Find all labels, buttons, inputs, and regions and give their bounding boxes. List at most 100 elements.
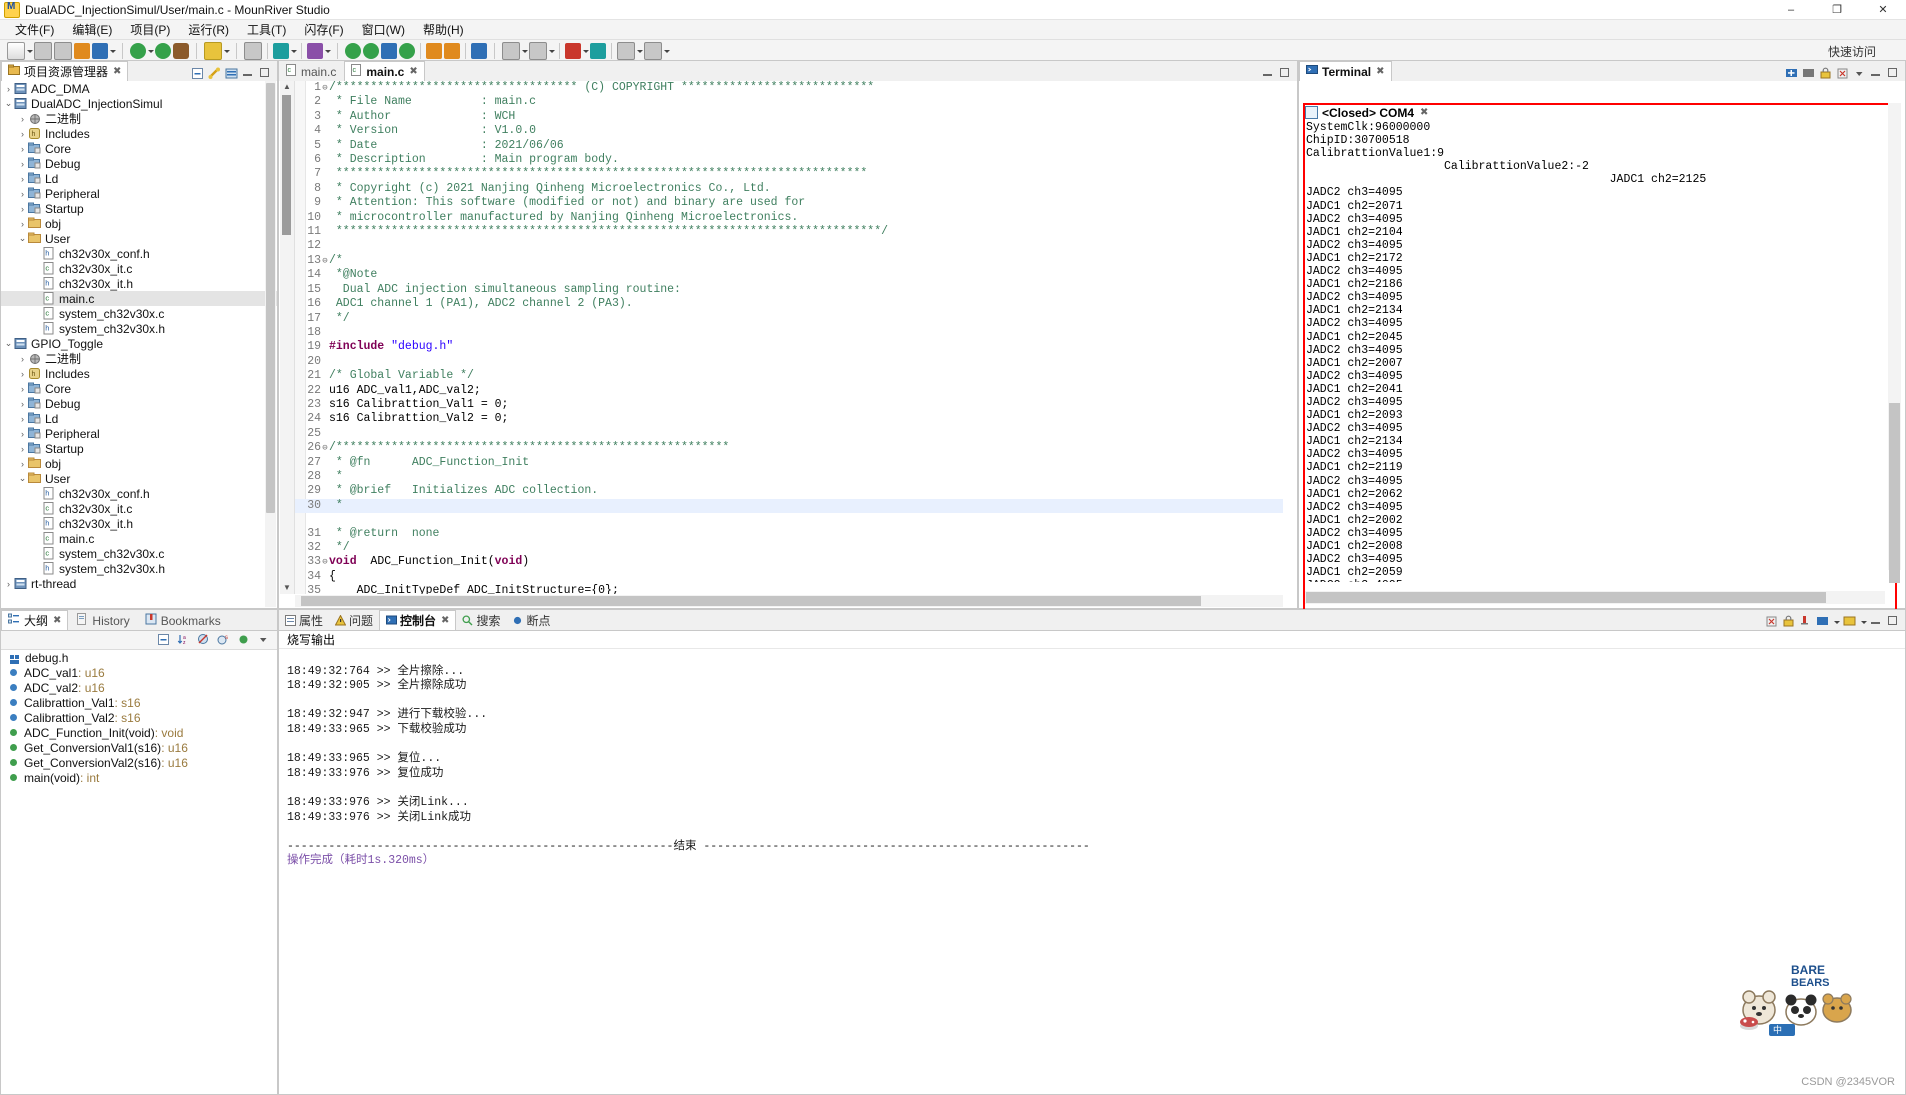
prev-annotation-icon[interactable]: [617, 42, 635, 60]
tree-item-core[interactable]: › Core: [1, 141, 277, 156]
expanded-arrow-icon[interactable]: ⌄: [17, 233, 28, 244]
tree-item-debug[interactable]: › Debug: [1, 396, 277, 411]
hide-fields-icon[interactable]: [197, 633, 211, 647]
outline-item[interactable]: Calibrattion_Val2 : s16: [1, 710, 277, 725]
open-console-icon[interactable]: [1843, 615, 1857, 629]
forward-dropdown-icon[interactable]: [548, 43, 555, 59]
indent-right-icon[interactable]: [444, 43, 460, 59]
expanded-arrow-icon[interactable]: ⌄: [3, 98, 14, 109]
terminal-view-menu-icon[interactable]: [1853, 67, 1867, 81]
terminal-session-tab[interactable]: <Closed> COM4 ✖: [1305, 105, 1428, 120]
tree-item-system-ch32v30x-h[interactable]: h system_ch32v30x.h: [1, 561, 277, 576]
perspective-dropdown-icon[interactable]: [324, 43, 331, 59]
tree-item-adc-dma[interactable]: › ADC_DMA: [1, 81, 277, 96]
collapsed-arrow-icon[interactable]: ›: [17, 414, 28, 424]
flash-reset-icon[interactable]: [399, 43, 415, 59]
perspective-icon[interactable]: [307, 43, 323, 59]
scroll-up-arrow-icon[interactable]: ▲: [281, 81, 293, 93]
tree-item--[interactable]: › 二进制: [1, 351, 277, 366]
tree-item-ld[interactable]: › Ld: [1, 411, 277, 426]
new-terminal-icon[interactable]: [1785, 67, 1799, 81]
terminal-horizontal-scrollbar[interactable]: [1305, 591, 1885, 604]
clear-console-icon[interactable]: [1765, 615, 1779, 629]
search-toolbar-icon[interactable]: [565, 43, 581, 59]
indent-left-icon[interactable]: [426, 43, 442, 59]
code-content[interactable]: 1⊖/*********************************** (…: [295, 81, 1283, 594]
menu-item-project[interactable]: 项目(P): [121, 20, 179, 39]
maximize-console-icon[interactable]: [1887, 615, 1901, 629]
console-output[interactable]: 18:49:32:764 >> 全片擦除... 18:49:32:905 >> …: [287, 650, 1895, 1090]
tree-item-gpio-toggle[interactable]: ⌄ GPIO_Toggle: [1, 336, 277, 351]
tree-item-user[interactable]: ⌄ User: [1, 471, 277, 486]
scrollbar-thumb[interactable]: [266, 83, 275, 513]
view-menu-icon[interactable]: [225, 67, 239, 81]
maximize-panel-icon[interactable]: [259, 67, 273, 81]
minimize-panel-icon[interactable]: [242, 67, 256, 81]
outline-item[interactable]: Calibrattion_Val1 : s16: [1, 695, 277, 710]
tree-item-system-ch32v30x-c[interactable]: c system_ch32v30x.c: [1, 546, 277, 561]
tab-problems[interactable]: 问题: [329, 611, 379, 630]
tab-project-explorer[interactable]: 项目资源管理器 ✖: [1, 61, 129, 81]
new-file-icon[interactable]: [7, 42, 25, 60]
collapsed-arrow-icon[interactable]: ›: [17, 384, 28, 394]
open-console-dropdown-icon[interactable]: [1860, 614, 1867, 630]
link-with-editor-icon[interactable]: [208, 67, 222, 81]
tree-item-user[interactable]: ⌄ User: [1, 231, 277, 246]
terminal-icon[interactable]: [273, 43, 289, 59]
scroll-lock-icon[interactable]: [1819, 67, 1833, 81]
project-tree[interactable]: › ADC_DMA ⌄ DualADC_InjectionSimul › 二进制 › h Inc…: [1, 81, 277, 608]
collapsed-arrow-icon[interactable]: ›: [17, 444, 28, 454]
tab-history[interactable]: History: [69, 610, 137, 630]
tree-item-peripheral[interactable]: › Peripheral: [1, 186, 277, 201]
close-button[interactable]: ✕: [1860, 0, 1906, 19]
collapsed-arrow-icon[interactable]: ›: [17, 459, 28, 469]
tree-item-debug[interactable]: › Debug: [1, 156, 277, 171]
editor-marker-bar[interactable]: ▲ ▼: [280, 81, 295, 594]
collapsed-arrow-icon[interactable]: ›: [17, 429, 28, 439]
terminal-output[interactable]: SystemClk:96000000 ChipID:30700518 Calib…: [1306, 121, 1885, 582]
collapsed-arrow-icon[interactable]: ›: [17, 159, 28, 169]
editor-tab-close-icon[interactable]: ✖: [409, 66, 417, 77]
hide-static-icon[interactable]: s: [217, 633, 231, 647]
tree-item-ch32v30x-it-h[interactable]: h ch32v30x_it.h: [1, 516, 277, 531]
scrollbar-thumb[interactable]: [1889, 403, 1900, 583]
tab-console[interactable]: 控制台 ✖: [379, 610, 457, 630]
tab-close-icon[interactable]: ✖: [113, 66, 121, 77]
download-icon[interactable]: [130, 43, 146, 59]
next-annotation-dropdown-icon[interactable]: [663, 43, 670, 59]
outline-view-menu-icon[interactable]: [257, 633, 271, 647]
save-icon[interactable]: [34, 42, 52, 60]
save-all-icon[interactable]: [54, 42, 72, 60]
prev-annotation-dropdown-icon[interactable]: [636, 43, 643, 59]
tree-item-main-c[interactable]: c main.c: [1, 291, 277, 306]
tree-item-ld[interactable]: › Ld: [1, 171, 277, 186]
build-icon[interactable]: [74, 43, 90, 59]
tree-item--[interactable]: › 二进制: [1, 111, 277, 126]
tree-item-includes[interactable]: › h Includes: [1, 366, 277, 381]
menu-item-help[interactable]: 帮助(H): [414, 20, 473, 39]
new-window-icon[interactable]: [244, 42, 262, 60]
collapsed-arrow-icon[interactable]: ›: [17, 189, 28, 199]
outline-item[interactable]: ADC_Function_Init(void) : void: [1, 725, 277, 740]
tree-item-ch32v30x-it-c[interactable]: c ch32v30x_it.c: [1, 261, 277, 276]
tree-item-startup[interactable]: › Startup: [1, 201, 277, 216]
quick-access-label[interactable]: 快速访问: [1828, 43, 1876, 60]
tab-terminal[interactable]: Terminal ✖: [1299, 61, 1392, 81]
new-file-dropdown-icon[interactable]: [26, 43, 33, 59]
tree-item-ch32v30x-conf-h[interactable]: h ch32v30x_conf.h: [1, 246, 277, 261]
display-console-dropdown-icon[interactable]: [1833, 614, 1840, 630]
tab-breakpoints[interactable]: 断点: [506, 611, 556, 630]
terminal-body[interactable]: <Closed> COM4 ✖ SystemClk:96000000 ChipI…: [1299, 81, 1905, 619]
outline-item[interactable]: Get_ConversionVal2(s16) : u16: [1, 755, 277, 770]
collapsed-arrow-icon[interactable]: ›: [17, 114, 28, 124]
tab-bookmarks[interactable]: Bookmarks: [137, 610, 228, 630]
collapsed-arrow-icon[interactable]: ›: [3, 579, 14, 589]
outline-item[interactable]: Get_ConversionVal1(s16) : u16: [1, 740, 277, 755]
tree-item-obj[interactable]: › obj: [1, 216, 277, 231]
clear-terminal-icon[interactable]: [1836, 67, 1850, 81]
tree-item-ch32v30x-conf-h[interactable]: h ch32v30x_conf.h: [1, 486, 277, 501]
tree-item-ch32v30x-it-c[interactable]: c ch32v30x_it.c: [1, 501, 277, 516]
collapsed-arrow-icon[interactable]: ›: [17, 144, 28, 154]
pin-console-icon[interactable]: [1799, 615, 1813, 629]
tree-item-system-ch32v30x-h[interactable]: h system_ch32v30x.h: [1, 321, 277, 336]
